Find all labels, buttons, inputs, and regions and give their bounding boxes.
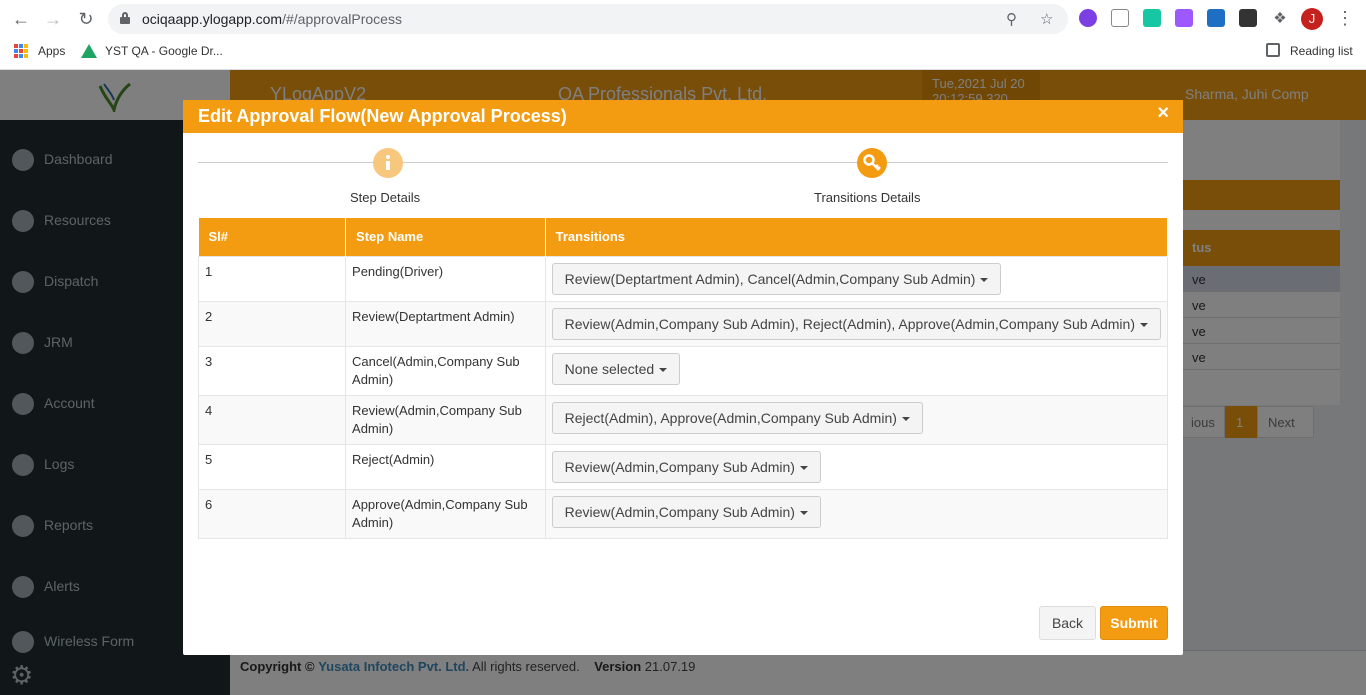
star-icon[interactable]: ☆: [1040, 10, 1053, 28]
row-number: 5: [197, 443, 347, 490]
key-icon[interactable]: ⚲: [1006, 10, 1017, 28]
column-header-sl: Sl#: [198, 218, 347, 256]
row-number: 2: [197, 300, 347, 347]
step-name: Approve(Admin,Company Sub Admin): [345, 488, 546, 539]
extension-icon[interactable]: [1111, 9, 1129, 27]
transitions-cell: Reject(Admin), Approve(Admin,Company Sub…: [544, 394, 1169, 445]
row-number: 6: [197, 488, 347, 539]
extension-icon[interactable]: [1175, 9, 1193, 27]
reading-list-icon: [1266, 43, 1280, 57]
column-header-step-name: Step Name: [345, 218, 546, 256]
transitions-cell: None selected: [544, 345, 1169, 396]
row-number: 1: [197, 255, 347, 302]
reading-list[interactable]: Reading list: [1290, 44, 1353, 58]
extension-icon[interactable]: [1079, 9, 1097, 27]
step-label-details: Step Details: [350, 190, 421, 205]
step-name: Pending(Driver): [345, 255, 546, 302]
transitions-details-step[interactable]: [857, 148, 887, 178]
step-details-step[interactable]: [373, 148, 403, 178]
info-icon: [386, 155, 390, 170]
step-name: Review(Deptartment Admin): [345, 300, 546, 347]
column-header-transitions: Transitions: [545, 218, 1169, 256]
transitions-dropdown[interactable]: Review(Admin,Company Sub Admin), Reject(…: [551, 307, 1161, 340]
edit-approval-flow-modal: Edit Approval Flow(New Approval Process)…: [183, 100, 1183, 655]
row-number: 4: [197, 394, 347, 445]
extension-icon[interactable]: [1207, 9, 1225, 27]
transitions-table: Sl# Step Name Transitions 1 Pending(Driv…: [197, 218, 1169, 539]
browser-toolbar: ← → ↻ ociqaapp.ylogapp.com/#/approvalPro…: [0, 0, 1366, 38]
caret-down-icon: [659, 367, 668, 372]
bookmark-apps[interactable]: Apps: [38, 44, 65, 58]
transitions-dropdown[interactable]: Review(Deptartment Admin), Cancel(Admin,…: [551, 262, 1002, 295]
modal-header: Edit Approval Flow(New Approval Process)…: [183, 100, 1183, 133]
url-text: ociqaapp.ylogapp.com/#/approvalProcess: [142, 11, 402, 27]
caret-down-icon: [901, 416, 910, 421]
step-name: Review(Admin,Company Sub Admin): [345, 394, 546, 445]
step-name: Cancel(Admin,Company Sub Admin): [345, 345, 546, 396]
transitions-cell: Review(Deptartment Admin), Cancel(Admin,…: [544, 255, 1169, 302]
step-label-transitions: Transitions Details: [814, 190, 921, 205]
bookmarks-bar: Apps YST QA - Google Dr... Reading list: [0, 38, 1366, 70]
table-row: 3 Cancel(Admin,Company Sub Admin) None s…: [197, 345, 1169, 396]
drive-icon: [81, 44, 97, 58]
apps-icon: [14, 44, 28, 58]
transitions-dropdown[interactable]: Reject(Admin), Approve(Admin,Company Sub…: [551, 401, 923, 434]
profile-avatar[interactable]: J: [1301, 8, 1323, 30]
transitions-cell: Review(Admin,Company Sub Admin), Reject(…: [544, 300, 1169, 347]
puzzle-icon[interactable]: ❖: [1269, 8, 1291, 30]
caret-down-icon: [799, 465, 808, 470]
submit-button[interactable]: Submit: [1100, 606, 1168, 640]
back-arrow-icon[interactable]: ←: [10, 8, 32, 30]
transitions-dropdown[interactable]: Review(Admin,Company Sub Admin): [551, 450, 821, 483]
table-row: 5 Reject(Admin) Review(Admin,Company Sub…: [197, 443, 1169, 490]
step-name: Reject(Admin): [345, 443, 546, 490]
back-button[interactable]: Back: [1039, 606, 1096, 640]
table-header-row: Sl# Step Name Transitions: [198, 218, 1169, 256]
extension-icon[interactable]: [1143, 9, 1161, 27]
reload-icon[interactable]: ↻: [75, 8, 97, 30]
lock-icon: [120, 12, 130, 24]
selenium-icon[interactable]: [1239, 9, 1257, 27]
table-row: 4 Review(Admin,Company Sub Admin) Reject…: [197, 394, 1169, 445]
transitions-dropdown[interactable]: None selected: [551, 352, 681, 385]
transitions-cell: Review(Admin,Company Sub Admin): [544, 488, 1169, 539]
table-row: 2 Review(Deptartment Admin) Review(Admin…: [197, 300, 1169, 347]
transitions-dropdown[interactable]: Review(Admin,Company Sub Admin): [551, 495, 821, 528]
bookmark-drive[interactable]: YST QA - Google Dr...: [105, 44, 223, 58]
wizard-progress-line: [198, 162, 1168, 163]
table-row: 6 Approve(Admin,Company Sub Admin) Revie…: [197, 488, 1169, 539]
modal-title: Edit Approval Flow(New Approval Process): [198, 106, 567, 126]
table-row: 1 Pending(Driver) Review(Deptartment Adm…: [197, 255, 1169, 302]
caret-down-icon: [1140, 322, 1148, 327]
address-bar[interactable]: ociqaapp.ylogapp.com/#/approvalProcess ⚲…: [108, 4, 1068, 34]
caret-down-icon: [799, 510, 808, 515]
forward-arrow-icon[interactable]: →: [42, 8, 64, 30]
caret-down-icon: [980, 277, 989, 282]
close-icon[interactable]: ×: [1157, 102, 1169, 125]
transitions-cell: Review(Admin,Company Sub Admin): [544, 443, 1169, 490]
key-icon: [863, 154, 881, 171]
row-number: 3: [197, 345, 347, 396]
more-menu-icon[interactable]: ⋮: [1336, 8, 1354, 28]
